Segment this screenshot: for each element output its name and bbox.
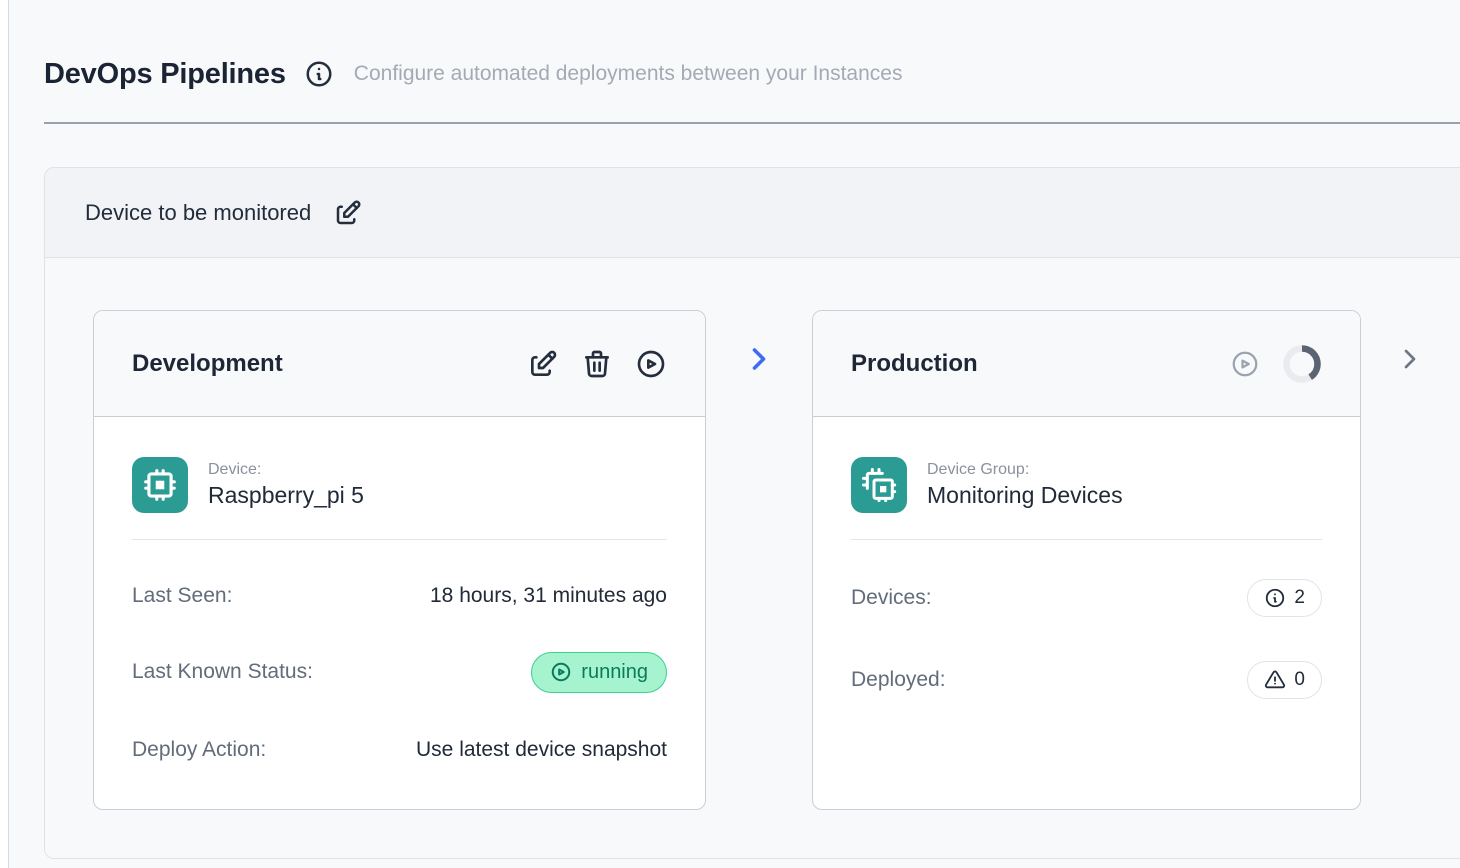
delete-stage-button[interactable] [581, 348, 613, 380]
deploy-action-label: Deploy Action: [132, 738, 266, 762]
page-subtitle: Configure automated deployments between … [354, 62, 903, 86]
left-rail-divider [0, 0, 9, 868]
last-known-status-row: Last Known Status: running [132, 650, 667, 694]
deploy-action-row: Deploy Action: Use latest device snapsho… [132, 728, 667, 772]
run-stage-button[interactable] [635, 348, 667, 380]
deployed-row: Deployed: 0 [851, 658, 1322, 702]
deployed-label: Deployed: [851, 668, 946, 692]
pipeline-panel-header: Device to be monitored [45, 168, 1460, 258]
devices-label: Devices: [851, 586, 932, 610]
deployed-count-pill[interactable]: 0 [1247, 661, 1322, 699]
production-stage-card: Production [812, 310, 1361, 810]
chevron-right-icon [1394, 343, 1426, 375]
production-card-body: Device Group: Monitoring Devices Devices… [813, 417, 1360, 702]
stage-title-production: Production [851, 350, 1230, 378]
devops-pipelines-page: DevOps Pipelines Configure automated dep… [0, 0, 1460, 868]
play-circle-icon [635, 348, 667, 380]
device-info: Device: Raspberry_pi 5 [208, 461, 364, 509]
edit-pipeline-button[interactable] [333, 198, 363, 228]
pipeline-arrow-icon [741, 341, 777, 377]
edit-stage-button[interactable] [527, 348, 559, 380]
device-row: Device: Raspberry_pi 5 [132, 457, 667, 513]
card-divider [132, 539, 667, 540]
edit-icon [333, 198, 363, 228]
development-card-body: Device: Raspberry_pi 5 Last Seen: 18 hou… [94, 417, 705, 772]
last-seen-row: Last Seen: 18 hours, 31 minutes ago [132, 574, 667, 618]
deployed-count: 0 [1294, 669, 1305, 691]
last-seen-value: 18 hours, 31 minutes ago [430, 584, 667, 608]
production-card-actions [1230, 344, 1322, 384]
stage-connector [706, 310, 812, 377]
edit-icon [527, 348, 559, 380]
device-name: Raspberry_pi 5 [208, 482, 364, 509]
pipeline-panel: Device to be monitored Development [44, 167, 1460, 859]
next-stage-button[interactable] [1394, 343, 1426, 375]
devices-count-pill[interactable]: 2 [1247, 579, 1322, 617]
status-value: running [581, 661, 648, 684]
devices-count: 2 [1294, 587, 1305, 609]
pipeline-stages: Development [45, 258, 1460, 858]
stage-title-development: Development [132, 350, 527, 378]
device-group-info: Device Group: Monitoring Devices [927, 461, 1123, 509]
device-group-name: Monitoring Devices [927, 482, 1123, 509]
status-badge: running [531, 652, 667, 693]
development-card-header: Development [94, 311, 705, 417]
header-divider [44, 122, 1460, 124]
device-chip-icon [132, 457, 188, 513]
card-divider [851, 539, 1322, 540]
next-stage-zone [1361, 310, 1459, 375]
status-label: Last Known Status: [132, 660, 313, 684]
device-label: Device: [208, 461, 364, 479]
devices-row: Devices: 2 [851, 576, 1322, 620]
device-group-chips-icon [851, 457, 907, 513]
development-card-actions [527, 348, 667, 380]
development-stage-card: Development [93, 310, 706, 810]
trash-icon [581, 348, 613, 380]
play-circle-icon [1230, 349, 1260, 379]
device-group-row: Device Group: Monitoring Devices [851, 457, 1322, 513]
info-icon[interactable] [304, 59, 334, 89]
run-stage-button-disabled[interactable] [1230, 349, 1260, 379]
production-card-header: Production [813, 311, 1360, 417]
panel-title: Device to be monitored [85, 200, 311, 226]
alert-triangle-icon [1264, 669, 1286, 691]
main-content: DevOps Pipelines Configure automated dep… [10, 0, 1460, 868]
device-group-label: Device Group: [927, 461, 1123, 479]
loading-spinner-icon [1282, 344, 1322, 384]
deploy-action-value: Use latest device snapshot [416, 738, 667, 762]
page-header: DevOps Pipelines Configure automated dep… [10, 0, 1460, 92]
last-seen-label: Last Seen: [132, 584, 232, 608]
page-title: DevOps Pipelines [44, 56, 286, 92]
info-icon [1264, 587, 1286, 609]
play-circle-icon [550, 661, 572, 683]
